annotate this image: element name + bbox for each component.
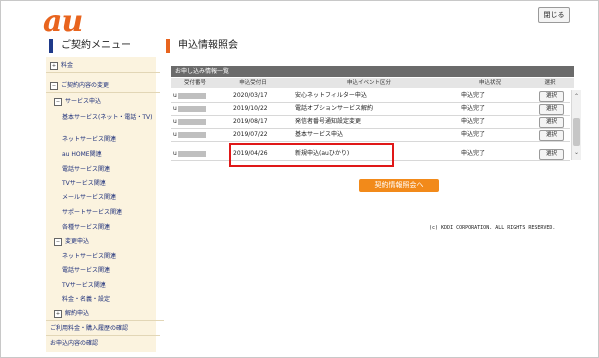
receipt-number: u <box>173 103 206 115</box>
sidebar-title: ご契約メニュー <box>49 39 131 53</box>
receipt-date: 2019/10/22 <box>233 105 268 112</box>
redacted-block <box>177 118 206 125</box>
receipt-number: u <box>173 148 206 160</box>
sidebar: + 料金 − ご契約内容の変更 − サービス申込 基本サービス(ネット・電話・TV) … <box>46 57 164 352</box>
table-scrollbar[interactable]: ⌃ ⌄ <box>571 90 581 160</box>
sidebar-item-phone-change[interactable]: 電話サービス関連 <box>46 264 172 277</box>
sidebar-item-usage-history[interactable]: ご利用料金・購入履歴の確認 <box>46 322 160 336</box>
sidebar-item-label: 料金 <box>61 62 74 69</box>
expand-icon[interactable]: + <box>50 61 58 70</box>
close-button[interactable]: 閉じる <box>538 7 570 23</box>
sidebar-item-label: お申込内容の確認 <box>50 340 99 347</box>
collapse-icon[interactable]: − <box>54 237 62 246</box>
sidebar-item-net-change[interactable]: ネットサービス関連 <box>46 250 172 263</box>
contract-info-button[interactable]: 契約情報照会へ <box>359 179 439 192</box>
table-row: u 2019/08/17 発信者番号通知設定変更 申込完了 選択 <box>171 116 570 129</box>
sidebar-item-label: 基本サービス(ネット・電話・TV) <box>62 114 153 121</box>
sidebar-item-label: ネットサービス関連 <box>62 136 117 143</box>
receipt-number: u <box>173 129 206 141</box>
redacted-block <box>177 105 206 112</box>
sidebar-item-label: 各種サービス関連 <box>62 224 111 231</box>
sidebar-item-label: ご契約内容の変更 <box>61 82 110 89</box>
sidebar-item-fee-setting[interactable]: 料金・名義・設定 <box>46 293 172 306</box>
redacted-block <box>177 150 206 157</box>
sidebar-item-label: サービス申込 <box>65 98 102 105</box>
sidebar-item-label: ご利用料金・購入履歴の確認 <box>50 325 129 332</box>
sidebar-item-misc-service[interactable]: 各種サービス関連 <box>46 221 172 234</box>
table-row: u 2020/03/17 安心ネットフィルター申込 申込完了 選択 <box>171 90 570 103</box>
sidebar-item-label: メールサービス関連 <box>62 194 117 201</box>
copyright-text: (c) KDDI CORPORATION. ALL RIGHTS RESERVE… <box>429 225 556 231</box>
sidebar-item-phone-service[interactable]: 電話サービス関連 <box>46 163 172 176</box>
section-header: お申し込み情報一覧 <box>171 66 574 77</box>
event-type: 電話オプションサービス解約 <box>295 105 374 112</box>
collapse-icon[interactable]: − <box>50 81 58 90</box>
sidebar-item-mail-service[interactable]: メールサービス関連 <box>46 191 172 204</box>
sidebar-item-net-service[interactable]: ネットサービス関連 <box>46 133 172 146</box>
redacted-block <box>177 131 206 138</box>
receipt-date: 2019/08/17 <box>233 118 268 125</box>
receipt-number: u <box>173 116 206 128</box>
sidebar-item-tv-service[interactable]: TVサービス関連 <box>46 177 172 190</box>
sidebar-item-label: ネットサービス関連 <box>62 253 117 260</box>
select-button[interactable]: 選択 <box>539 104 564 115</box>
sidebar-item-label: 電話サービス関連 <box>62 166 111 173</box>
sidebar-item-application-check[interactable]: お申込内容の確認 <box>46 337 160 350</box>
column-header: 申込イベント区分 <box>346 80 391 86</box>
select-button[interactable]: 選択 <box>539 117 564 128</box>
expand-icon[interactable]: + <box>54 309 62 318</box>
sidebar-item-label: 電話サービス関連 <box>62 267 111 274</box>
receipt-date: 2020/03/17 <box>233 92 268 99</box>
column-header: 申込状況 <box>478 80 501 86</box>
status-text: 申込完了 <box>461 131 486 138</box>
table-row: u 2019/10/22 電話オプションサービス解約 申込完了 選択 <box>171 103 570 116</box>
scroll-thumb[interactable] <box>573 118 580 146</box>
receipt-date: 2019/07/22 <box>233 131 268 138</box>
collapse-icon[interactable]: − <box>54 97 62 106</box>
sidebar-item-label: au HOME関連 <box>62 151 102 158</box>
sidebar-item-change-apply[interactable]: − 変更申込 <box>46 235 164 248</box>
sidebar-item-support-service[interactable]: サポートサービス関連 <box>46 206 172 219</box>
page-title: 申込情報照会 <box>166 39 238 53</box>
status-text: 申込完了 <box>461 118 486 125</box>
sidebar-item-tv-change[interactable]: TVサービス関連 <box>46 279 172 292</box>
sidebar-item-label: TVサービス関連 <box>62 282 106 289</box>
redacted-block <box>177 92 206 99</box>
receipt-number: u <box>173 90 206 102</box>
chevron-up-icon[interactable]: ⌃ <box>572 92 581 101</box>
event-type: 発信者番号通知設定変更 <box>295 118 362 125</box>
select-button[interactable]: 選択 <box>539 130 564 141</box>
sidebar-item-service-apply[interactable]: − サービス申込 <box>46 95 164 108</box>
sidebar-item-label: サポートサービス関連 <box>62 209 123 216</box>
status-text: 申込完了 <box>461 92 486 99</box>
sidebar-item-basic-service[interactable]: 基本サービス(ネット・電話・TV) <box>46 111 172 124</box>
column-header: 申込受付日 <box>239 80 267 86</box>
app-window: au 閉じる ご契約メニュー 申込情報照会 + 料金 − ご契約内容の変更 − サービ… <box>0 0 599 358</box>
au-logo: au <box>43 4 83 39</box>
sidebar-item-cancel-apply[interactable]: + 解約申込 <box>46 307 164 321</box>
sidebar-item-au-home[interactable]: au HOME関連 <box>46 148 172 161</box>
status-text: 申込完了 <box>461 150 486 157</box>
sidebar-item-contract-change[interactable]: − ご契約内容の変更 <box>46 79 160 93</box>
select-button[interactable]: 選択 <box>539 149 564 160</box>
status-text: 申込完了 <box>461 105 486 112</box>
highlight-box <box>229 143 394 167</box>
event-type: 安心ネットフィルター申込 <box>295 92 367 99</box>
table-row: u 2019/07/22 基本サービス申込 申込完了 選択 <box>171 129 570 142</box>
sidebar-item-label: 料金・名義・設定 <box>62 296 111 303</box>
sidebar-item-label: 変更申込 <box>65 238 90 245</box>
chevron-down-icon[interactable]: ⌄ <box>572 148 581 157</box>
column-header: 受付番号 <box>183 80 206 86</box>
sidebar-item-label: 解約申込 <box>65 310 90 317</box>
table-header: 受付番号 申込受付日 申込イベント区分 申込状況 選択 <box>171 78 574 88</box>
select-button[interactable]: 選択 <box>539 91 564 102</box>
sidebar-item-label: TVサービス関連 <box>62 180 106 187</box>
event-type: 基本サービス申込 <box>295 131 344 138</box>
sidebar-item-fee[interactable]: + 料金 <box>46 59 160 73</box>
column-header: 選択 <box>544 80 556 86</box>
